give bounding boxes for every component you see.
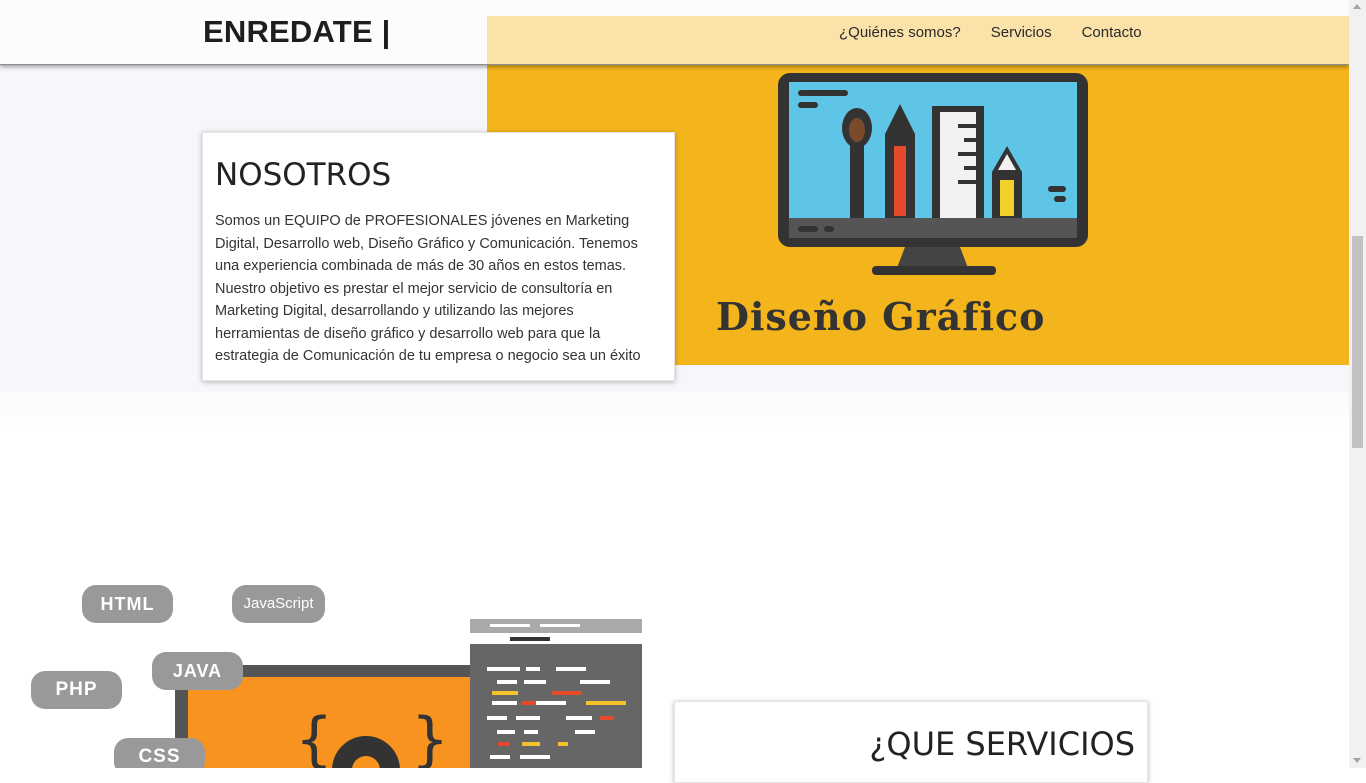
scrollbar-thumb[interactable] xyxy=(1352,236,1363,448)
section-divider xyxy=(0,392,1349,434)
services-card: ¿QUE SERVICIOS xyxy=(674,701,1148,783)
svg-text:}: } xyxy=(412,705,448,768)
tag-html: HTML xyxy=(100,594,155,614)
about-card: NOSOTROS Somos un EQUIPO de PROFESIONALE… xyxy=(202,132,675,381)
about-title: NOSOTROS xyxy=(215,157,392,193)
tag-php: PHP xyxy=(55,679,98,700)
nav-link-about[interactable]: ¿Quiénes somos? xyxy=(839,24,961,41)
svg-text:{: { xyxy=(296,705,332,768)
about-description: Somos un EQUIPO de PROFESIONALES jóvenes… xyxy=(215,213,641,364)
tag-css: CSS xyxy=(138,746,181,767)
design-caption: Diseño Gráfico xyxy=(716,294,1046,339)
services-title: ¿QUE SERVICIOS xyxy=(869,725,1135,763)
navbar: ENREDATE | ¿Quiénes somos? Servicios Con… xyxy=(0,0,1349,65)
scroll-down-arrow-icon[interactable] xyxy=(1353,758,1361,763)
tag-javascript: JavaScript xyxy=(243,595,314,612)
nav-link-services[interactable]: Servicios xyxy=(991,24,1052,41)
nav-link-contact[interactable]: Contacto xyxy=(1082,24,1142,41)
scroll-up-arrow-icon[interactable] xyxy=(1353,4,1361,9)
tag-java: JAVA xyxy=(172,661,223,681)
brand-logo[interactable]: ENREDATE | xyxy=(203,14,391,50)
nav-links: ¿Quiénes somos? Servicios Contacto xyxy=(839,24,1142,41)
